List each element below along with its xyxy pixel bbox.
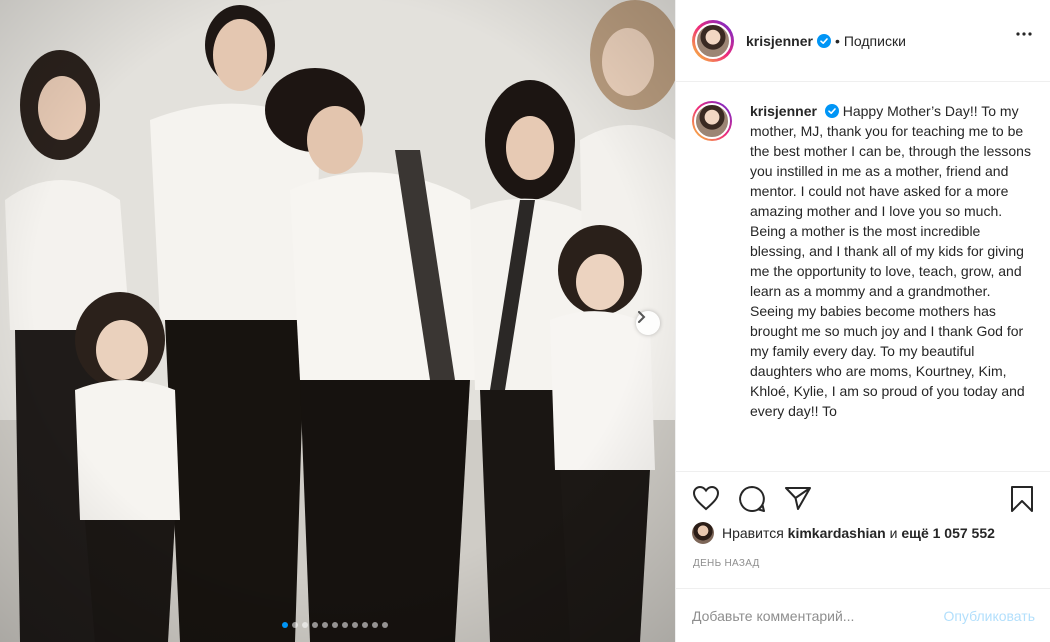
likes-count[interactable]: ещё 1 057 552 bbox=[901, 525, 995, 541]
more-options-icon[interactable] bbox=[1016, 32, 1032, 36]
share-icon[interactable] bbox=[784, 485, 812, 511]
publish-button[interactable]: Опубликовать bbox=[943, 608, 1035, 624]
header-username[interactable]: krisjenner bbox=[746, 33, 813, 49]
post-panel: krisjenner • Подписки krisjenner Happy M… bbox=[675, 0, 1050, 642]
separator-dot: • bbox=[834, 32, 840, 49]
chevron-right-icon bbox=[638, 311, 646, 323]
carousel-dot bbox=[332, 622, 338, 628]
post-header: krisjenner • Подписки bbox=[676, 0, 1050, 82]
caption-username[interactable]: krisjenner bbox=[750, 103, 817, 119]
caption-area: krisjenner Happy Mother’s Day!! To my mo… bbox=[676, 83, 1050, 471]
liker-avatar[interactable] bbox=[692, 522, 714, 544]
carousel-dot bbox=[352, 622, 358, 628]
verified-badge-icon bbox=[824, 104, 839, 118]
post-timestamp[interactable]: ДЕНЬ НАЗАД bbox=[693, 558, 760, 569]
comment-box: Опубликовать bbox=[676, 588, 1050, 642]
verified-badge-icon bbox=[816, 33, 831, 48]
caption-text: Happy Mother’s Day!! To my mother, MJ, t… bbox=[750, 103, 1031, 419]
carousel-dots bbox=[282, 622, 388, 628]
likes-prefix: Нравится bbox=[722, 525, 784, 541]
action-bar bbox=[676, 471, 1050, 527]
comment-input[interactable] bbox=[692, 607, 936, 624]
likes-middle: и bbox=[889, 525, 898, 541]
avatar-ring[interactable] bbox=[692, 19, 734, 62]
carousel-dot bbox=[322, 622, 328, 628]
carousel-dot bbox=[372, 622, 378, 628]
avatar bbox=[695, 22, 731, 59]
carousel-dot bbox=[312, 622, 318, 628]
carousel-dot bbox=[282, 622, 288, 628]
next-photo-button[interactable] bbox=[636, 311, 660, 335]
following-button[interactable]: Подписки bbox=[844, 33, 906, 49]
post-photo[interactable] bbox=[0, 0, 675, 642]
family-photo-illustration bbox=[0, 0, 675, 642]
carousel-dot bbox=[342, 622, 348, 628]
caption: krisjenner Happy Mother’s Day!! To my mo… bbox=[750, 101, 1032, 471]
carousel-dot bbox=[292, 622, 298, 628]
liker-username[interactable]: kimkardashian bbox=[788, 525, 886, 541]
carousel-dot bbox=[382, 622, 388, 628]
bookmark-icon[interactable] bbox=[1010, 485, 1034, 513]
caption-avatar-ring[interactable] bbox=[692, 101, 732, 141]
carousel-dot bbox=[362, 622, 368, 628]
carousel-dot bbox=[302, 622, 308, 628]
comment-icon[interactable] bbox=[738, 485, 766, 513]
likes-line: Нравится kimkardashian и ещё 1 057 552 bbox=[692, 522, 995, 544]
like-heart-icon[interactable] bbox=[692, 485, 720, 511]
caption-avatar bbox=[694, 103, 730, 139]
